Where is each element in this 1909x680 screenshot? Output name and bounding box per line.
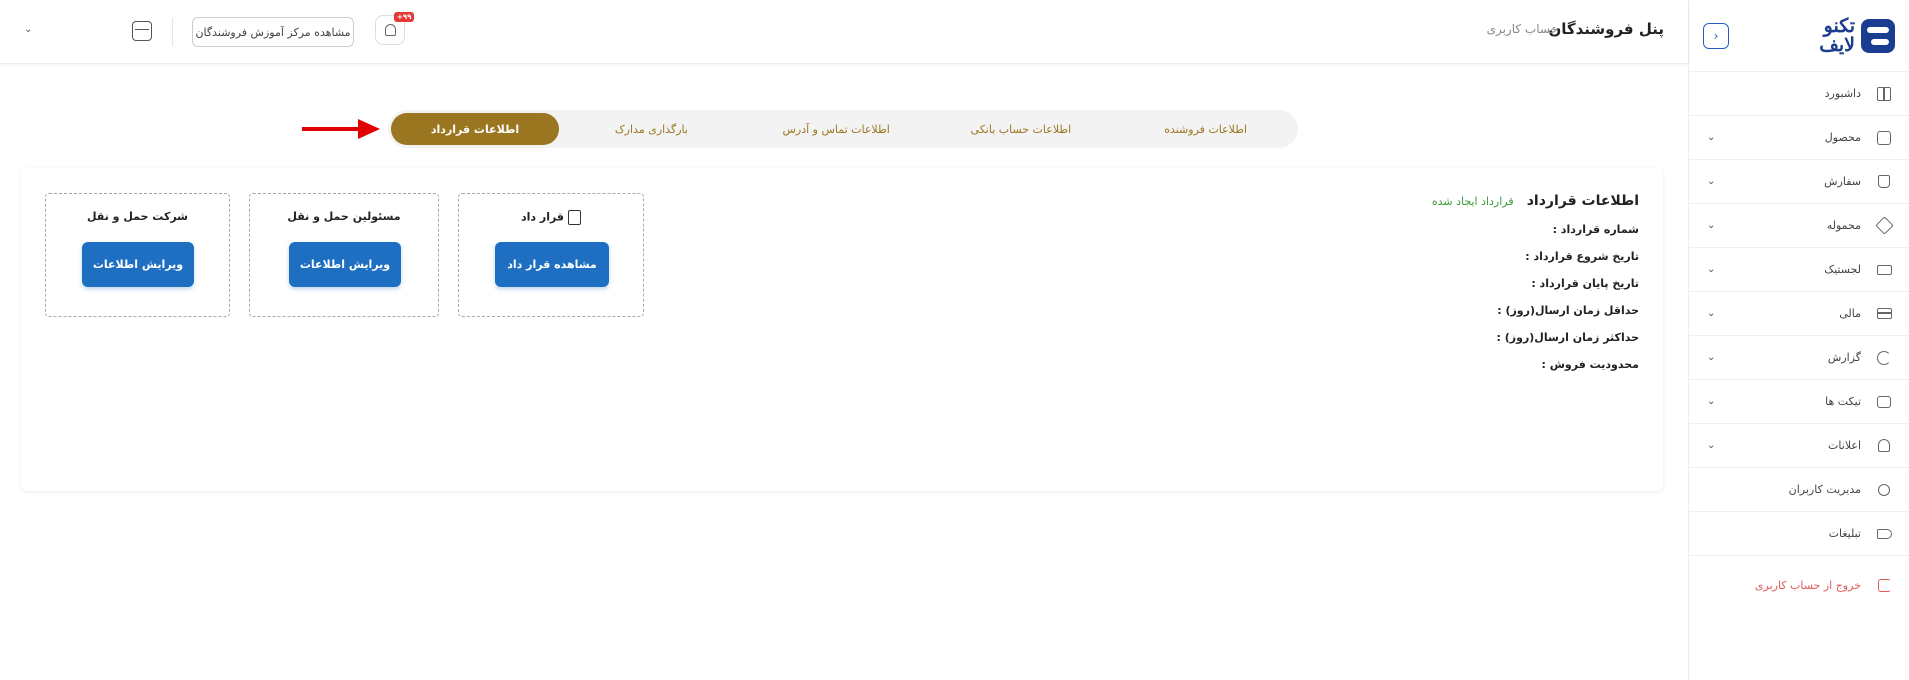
chevron-down-icon: ⌄ [1707, 132, 1716, 143]
sidebar-item-label: اعلانات [1828, 439, 1861, 452]
sidebar-item-tickets[interactable]: تیکت ها ⌄ [1689, 380, 1909, 424]
product-icon [1875, 129, 1893, 147]
sidebar-item-notifications[interactable]: اعلانات ⌄ [1689, 424, 1909, 468]
sidebar-item-order[interactable]: سفارش ⌄ [1689, 160, 1909, 204]
contract-card: اطلاعات قرارداد قرارداد ایجاد شده شماره … [21, 168, 1663, 491]
truck-icon [1875, 261, 1893, 279]
sidebar: تکنو لایف ‹ داشبورد محصول ⌄ سفارش ⌄ محمو… [1688, 0, 1909, 680]
order-bag-icon [1875, 173, 1893, 191]
logo-line-1: تکنو [1823, 14, 1855, 37]
megaphone-icon [1875, 525, 1893, 543]
ticket-icon [1875, 393, 1893, 411]
sidebar-item-label: مالی [1839, 307, 1861, 320]
tab-contract-info[interactable]: اطلاعات قرارداد [391, 113, 559, 145]
transport-officers-title: مسئولین حمل و نقل [287, 210, 401, 223]
logo-area: تکنو لایف ‹ [1689, 0, 1909, 72]
user-edit-icon [1875, 481, 1893, 499]
view-contract-button[interactable]: مشاهده قرار داد [495, 242, 609, 287]
contract-info-panel: اطلاعات قرارداد قرارداد ایجاد شده شماره … [1419, 190, 1639, 371]
transport-company-title: شرکت حمل و نقل [86, 210, 188, 223]
sidebar-item-dashboard[interactable]: داشبورد [1689, 72, 1909, 116]
chevron-down-icon[interactable]: ⌄ [24, 24, 32, 35]
field-contract-start: تاریخ شروع قرارداد : [1525, 250, 1639, 263]
sidebar-item-label: تبلیغات [1828, 527, 1861, 540]
field-min-shipping: حداقل زمان ارسال(روز) : [1497, 304, 1639, 317]
edit-transport-company-button[interactable]: ویرایش اطلاعات [82, 242, 194, 287]
chevron-down-icon: ⌄ [1707, 352, 1716, 363]
chevron-down-icon: ⌄ [1707, 176, 1716, 187]
red-arrow-annotation [302, 119, 380, 139]
wallet-icon [1875, 305, 1893, 323]
sidebar-item-shipment[interactable]: محموله ⌄ [1689, 204, 1909, 248]
sidebar-collapse-button[interactable]: ‹ [1703, 22, 1729, 49]
chevron-down-icon: ⌄ [1707, 308, 1716, 319]
top-header: پنل فروشندگان حساب کاربری +۹۹ مشاهده مرک… [0, 0, 1688, 64]
tab-upload-documents[interactable]: بارگذاری مدارک [559, 113, 744, 145]
chevron-down-icon: ⌄ [1707, 220, 1716, 231]
tab-contact-address[interactable]: اطلاعات تماس و آدرس [744, 113, 929, 145]
field-contract-number: شماره قرارداد : [1552, 223, 1639, 236]
sidebar-item-label: گزارش [1827, 351, 1861, 364]
contract-box-title: قرار داد [459, 210, 643, 225]
breadcrumb-account[interactable]: حساب کاربری [1487, 22, 1558, 36]
seller-academy-button[interactable]: مشاهده مرکز آموزش فروشندگان [192, 17, 354, 47]
field-max-shipping: حداکثر زمان ارسال(روز) : [1496, 331, 1639, 344]
sidebar-item-label: تیکت ها [1825, 395, 1861, 408]
bell-icon [1875, 437, 1893, 455]
chevron-down-icon: ⌄ [1707, 440, 1716, 451]
report-pie-icon [1875, 349, 1893, 367]
sidebar-item-label: لجستیک [1824, 263, 1861, 276]
sidebar-nav: داشبورد محصول ⌄ سفارش ⌄ محموله ⌄ لجستیک … [1689, 72, 1909, 614]
sidebar-item-label: محموله [1826, 219, 1861, 232]
notification-button[interactable]: +۹۹ [375, 12, 415, 45]
logo-line-2: لایف [1819, 33, 1855, 56]
document-icon [568, 210, 582, 225]
transport-officers-box: مسئولین حمل و نقل ویرایش اطلاعات [249, 193, 439, 317]
field-contract-end: تاریخ پایان قرارداد : [1531, 277, 1639, 290]
sidebar-item-label: مدیریت کاربران [1788, 483, 1861, 496]
dashboard-icon [1875, 85, 1893, 103]
package-icon [1874, 216, 1894, 235]
profile-tabs: اطلاعات فروشنده اطلاعات حساب بانکی اطلاع… [388, 110, 1298, 148]
edit-transport-officers-button[interactable]: ویرایش اطلاعات [289, 242, 401, 287]
sidebar-item-logistics[interactable]: لجستیک ⌄ [1689, 248, 1909, 292]
shop-icon[interactable] [132, 21, 152, 41]
sidebar-item-user-management[interactable]: مدیریت کاربران [1689, 468, 1909, 512]
tab-seller-info[interactable]: اطلاعات فروشنده [1113, 113, 1298, 145]
contract-status: قرارداد ایجاد شده [1431, 195, 1514, 208]
sidebar-item-label: سفارش [1824, 175, 1861, 188]
contract-info-title: اطلاعات قرارداد [1526, 193, 1639, 209]
sidebar-item-label: محصول [1824, 131, 1861, 144]
sidebar-item-logout[interactable]: خروج از حساب کاربری [1689, 556, 1909, 614]
chevron-left-icon: ‹ [1713, 28, 1719, 43]
header-divider [172, 18, 173, 46]
brand-logo[interactable]: تکنو لایف [1819, 14, 1895, 56]
sidebar-item-report[interactable]: گزارش ⌄ [1689, 336, 1909, 380]
sidebar-item-label: داشبورد [1824, 87, 1861, 100]
logo-text: تکنو لایف [1819, 14, 1855, 56]
logout-label: خروج از حساب کاربری [1754, 578, 1861, 592]
field-sales-limit: محدودیت فروش : [1541, 358, 1639, 371]
logo-mark-icon [1861, 18, 1895, 53]
sidebar-item-product[interactable]: محصول ⌄ [1689, 116, 1909, 160]
transport-company-box: شرکت حمل و نقل ویرایش اطلاعات [45, 193, 230, 317]
sidebar-item-finance[interactable]: مالی ⌄ [1689, 292, 1909, 336]
chevron-down-icon: ⌄ [1707, 264, 1716, 275]
chevron-down-icon: ⌄ [1707, 396, 1716, 407]
page-title: پنل فروشندگان [1548, 20, 1664, 38]
notification-badge: +۹۹ [394, 12, 415, 22]
logout-icon [1875, 576, 1893, 594]
sidebar-item-ads[interactable]: تبلیغات [1689, 512, 1909, 556]
bell-icon [384, 24, 396, 36]
contract-box: قرار داد مشاهده قرار داد [458, 193, 644, 317]
tab-bank-account[interactable]: اطلاعات حساب بانکی [929, 113, 1114, 145]
